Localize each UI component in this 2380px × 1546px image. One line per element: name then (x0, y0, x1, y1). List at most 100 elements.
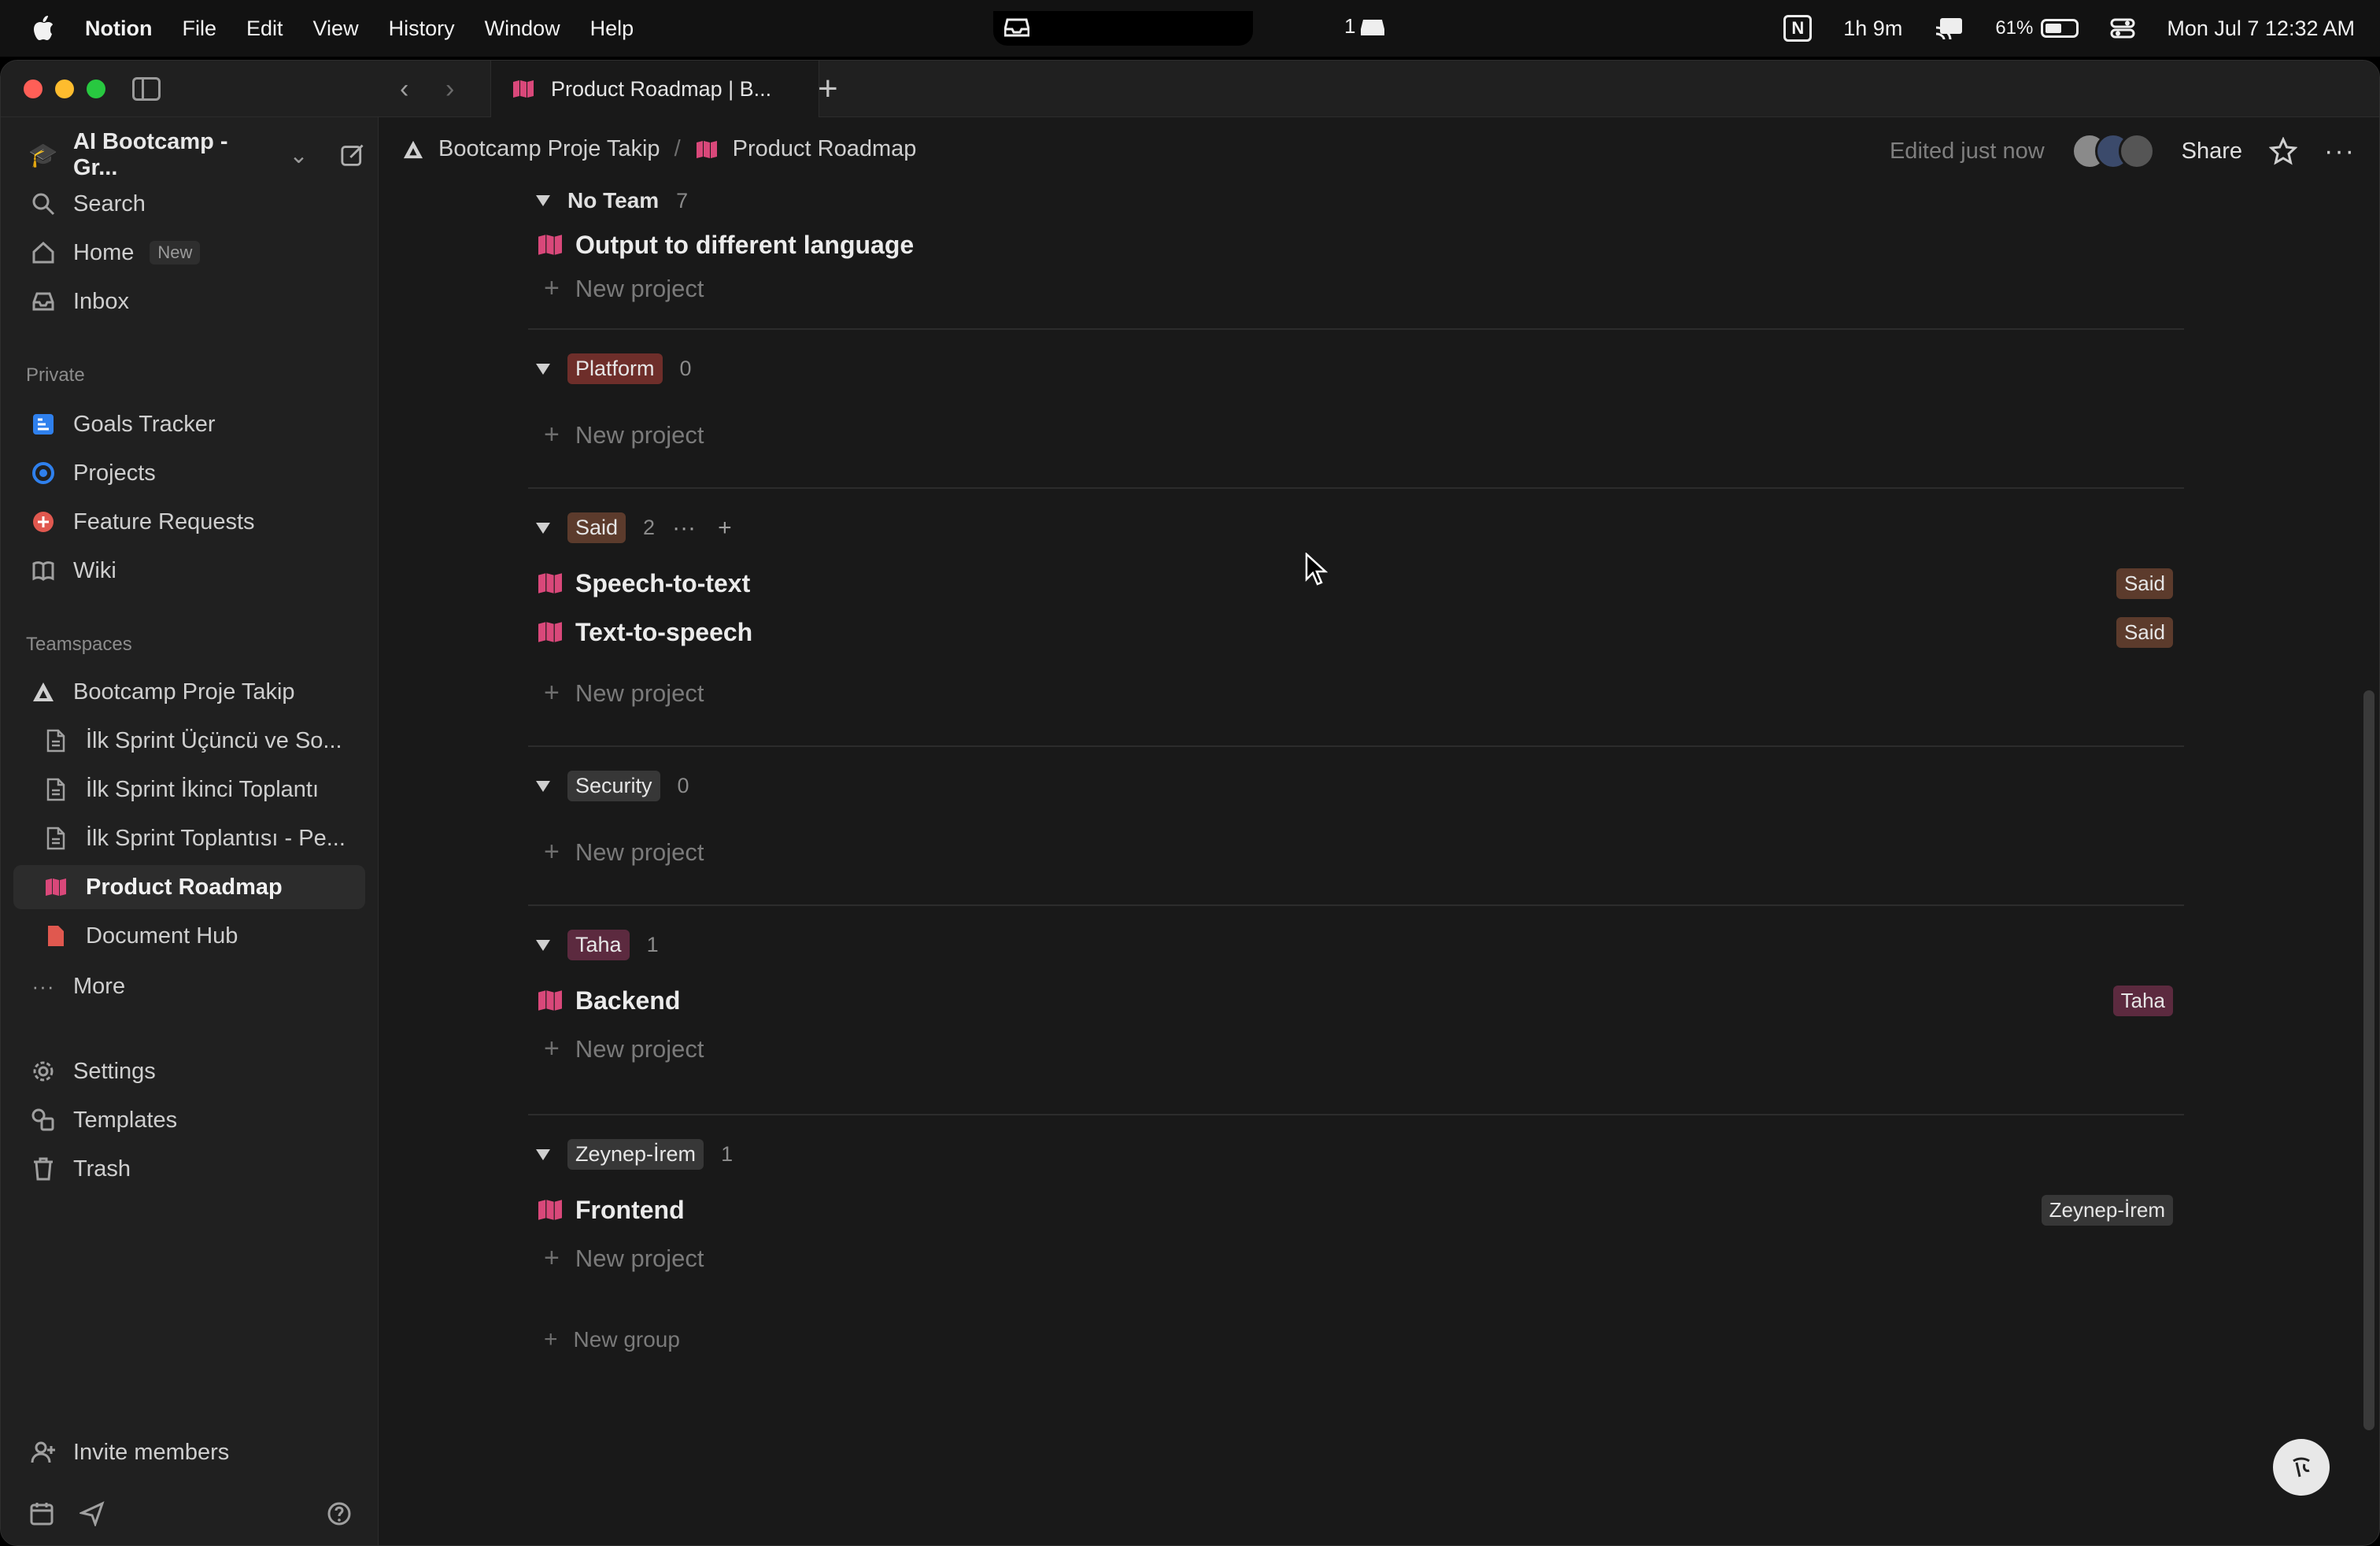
sidebar-item-label: Home (73, 239, 135, 265)
forward-arrow-icon[interactable]: › (445, 75, 454, 103)
workspace-name: AI Bootcamp - Gr... (73, 129, 228, 180)
sidebar-item-ilk-sprint-ikinci[interactable]: İlk Sprint İkinci Toplantı (13, 767, 365, 812)
inbox-icon (29, 287, 57, 316)
private-section-label: Private (26, 364, 85, 386)
group-count: 1 (646, 933, 659, 956)
group-divider (528, 328, 2184, 330)
new-tab-button[interactable]: + (818, 72, 838, 106)
new-project-label: New project (575, 420, 704, 449)
plus-icon: + (544, 420, 560, 449)
sidebar-item-projects[interactable]: Projects (13, 451, 365, 495)
invite-members-button[interactable]: Invite members (13, 1430, 365, 1474)
new-project-button[interactable]: + New project (544, 420, 704, 450)
menu-history[interactable]: History (389, 17, 455, 41)
star-icon[interactable] (2269, 137, 2298, 165)
help-icon[interactable] (327, 1501, 352, 1526)
workspace-switcher[interactable]: 🎓 AI Bootcamp - Gr... ⌄ (13, 129, 365, 180)
project-title: Text-to-speech (575, 617, 753, 646)
project-row[interactable]: Text-to-speech Said (536, 610, 2173, 654)
back-arrow-icon[interactable]: ‹ (400, 75, 408, 103)
menu-window[interactable]: Window (485, 17, 560, 41)
notion-menubar-icon[interactable]: N (1783, 15, 1813, 42)
sidebar-item-search[interactable]: Search (13, 182, 365, 226)
menu-app-name[interactable]: Notion (85, 17, 152, 41)
breadcrumb-teamspace[interactable]: Bootcamp Proje Takip (438, 136, 660, 162)
cast-icon[interactable] (1934, 17, 1964, 40)
control-center-icon[interactable] (2110, 17, 2135, 39)
collapse-caret-icon[interactable] (536, 195, 550, 206)
send-icon[interactable] (79, 1501, 105, 1526)
sidebar-item-ilk-sprint-toplantisi[interactable]: İlk Sprint Toplantısı - Pe... (13, 816, 365, 860)
timer-status[interactable]: 1h 9m (1843, 17, 1902, 41)
sidebar-item-ilk-sprint-ucuncu[interactable]: İlk Sprint Üçüncü ve So... (13, 719, 365, 763)
project-row[interactable]: Speech-to-text Said (536, 561, 2173, 605)
new-group-button[interactable]: + New group (544, 1326, 680, 1353)
battery-status[interactable]: 61% (1995, 17, 2079, 39)
zoom-window-button[interactable] (87, 80, 105, 98)
chevron-down-icon[interactable]: ⌄ (289, 142, 308, 169)
calendar-icon[interactable] (29, 1501, 54, 1526)
new-project-button[interactable]: + New project (544, 273, 704, 304)
datetime[interactable]: Mon Jul 7 12:32 AM (2167, 17, 2355, 41)
sidebar-item-product-roadmap[interactable]: Product Roadmap (13, 865, 365, 909)
menu-edit[interactable]: Edit (246, 17, 283, 41)
more-options-icon[interactable]: ··· (2324, 136, 2356, 167)
close-window-button[interactable] (24, 80, 42, 98)
group-header-no-team[interactable]: No Team 7 (536, 188, 688, 213)
collaborator-avatars[interactable] (2071, 133, 2155, 169)
collapse-caret-icon[interactable] (536, 780, 550, 792)
sidebar-toggle-icon[interactable] (132, 77, 161, 101)
new-project-button[interactable]: + New project (544, 678, 704, 708)
sidebar-item-wiki[interactable]: Wiki (13, 549, 365, 593)
tray-icon (1361, 19, 1385, 35)
vertical-scrollbar[interactable] (2363, 690, 2374, 1430)
group-more-icon[interactable]: ··· (672, 515, 696, 542)
project-row[interactable]: Frontend Zeynep-İrem (536, 1188, 2173, 1232)
tray-count-badge[interactable]: 1 (1344, 14, 1385, 39)
new-project-button[interactable]: + New project (544, 1243, 704, 1274)
group-header-zeynep-irem[interactable]: Zeynep-İrem 1 (536, 1139, 733, 1170)
page-icon (42, 727, 70, 755)
collapse-caret-icon[interactable] (536, 1148, 550, 1160)
share-button[interactable]: Share (2182, 139, 2242, 165)
tray-icon[interactable] (1004, 17, 1029, 37)
sidebar-item-label: Trash (73, 1156, 131, 1182)
sidebar-item-more[interactable]: ··· More (13, 964, 365, 1008)
new-page-icon[interactable] (340, 142, 365, 168)
notion-ai-button[interactable] (2273, 1439, 2330, 1496)
sidebar-item-settings[interactable]: Settings (13, 1049, 365, 1093)
sidebar-item-feature-requests[interactable]: Feature Requests (13, 500, 365, 544)
sidebar-item-templates[interactable]: Templates (13, 1098, 365, 1142)
group-header-said[interactable]: Said 2 ··· + (536, 512, 732, 543)
new-project-button[interactable]: + New project (544, 837, 704, 867)
group-tag: Security (567, 771, 660, 801)
new-project-button[interactable]: + New project (544, 1034, 704, 1064)
minimize-window-button[interactable] (55, 80, 74, 98)
collapse-caret-icon[interactable] (536, 522, 550, 534)
sidebar-item-trash[interactable]: Trash (13, 1147, 365, 1191)
sidebar-teamspace-bootcamp[interactable]: Bootcamp Proje Takip (13, 670, 365, 714)
collapse-caret-icon[interactable] (536, 363, 550, 375)
project-row[interactable]: Backend Taha (536, 978, 2173, 1023)
group-add-icon[interactable]: + (718, 515, 732, 542)
project-row[interactable]: Output to different language (536, 223, 2173, 267)
sidebar-item-goals-tracker[interactable]: Goals Tracker (13, 402, 365, 446)
roadmap-icon (42, 873, 70, 901)
sidebar-item-home[interactable]: Home New (13, 231, 365, 275)
sidebar-item-label: Inbox (73, 288, 129, 314)
sidebar-item-inbox[interactable]: Inbox (13, 279, 365, 324)
battery-level-fill (2046, 24, 2061, 33)
sidebar-item-document-hub[interactable]: Document Hub (13, 914, 365, 958)
project-title: Backend (575, 986, 681, 1015)
teamspace-icon (29, 678, 57, 706)
menu-file[interactable]: File (182, 17, 216, 41)
tab-product-roadmap[interactable]: Product Roadmap | B... (490, 61, 819, 117)
breadcrumb-page[interactable]: Product Roadmap (733, 136, 917, 162)
menu-help[interactable]: Help (590, 17, 634, 41)
apple-logo-icon[interactable] (31, 15, 55, 42)
group-header-taha[interactable]: Taha 1 (536, 930, 659, 960)
menu-view[interactable]: View (313, 17, 359, 41)
collapse-caret-icon[interactable] (536, 939, 550, 951)
group-header-platform[interactable]: Platform 0 (536, 353, 692, 384)
group-header-security[interactable]: Security 0 (536, 771, 689, 801)
